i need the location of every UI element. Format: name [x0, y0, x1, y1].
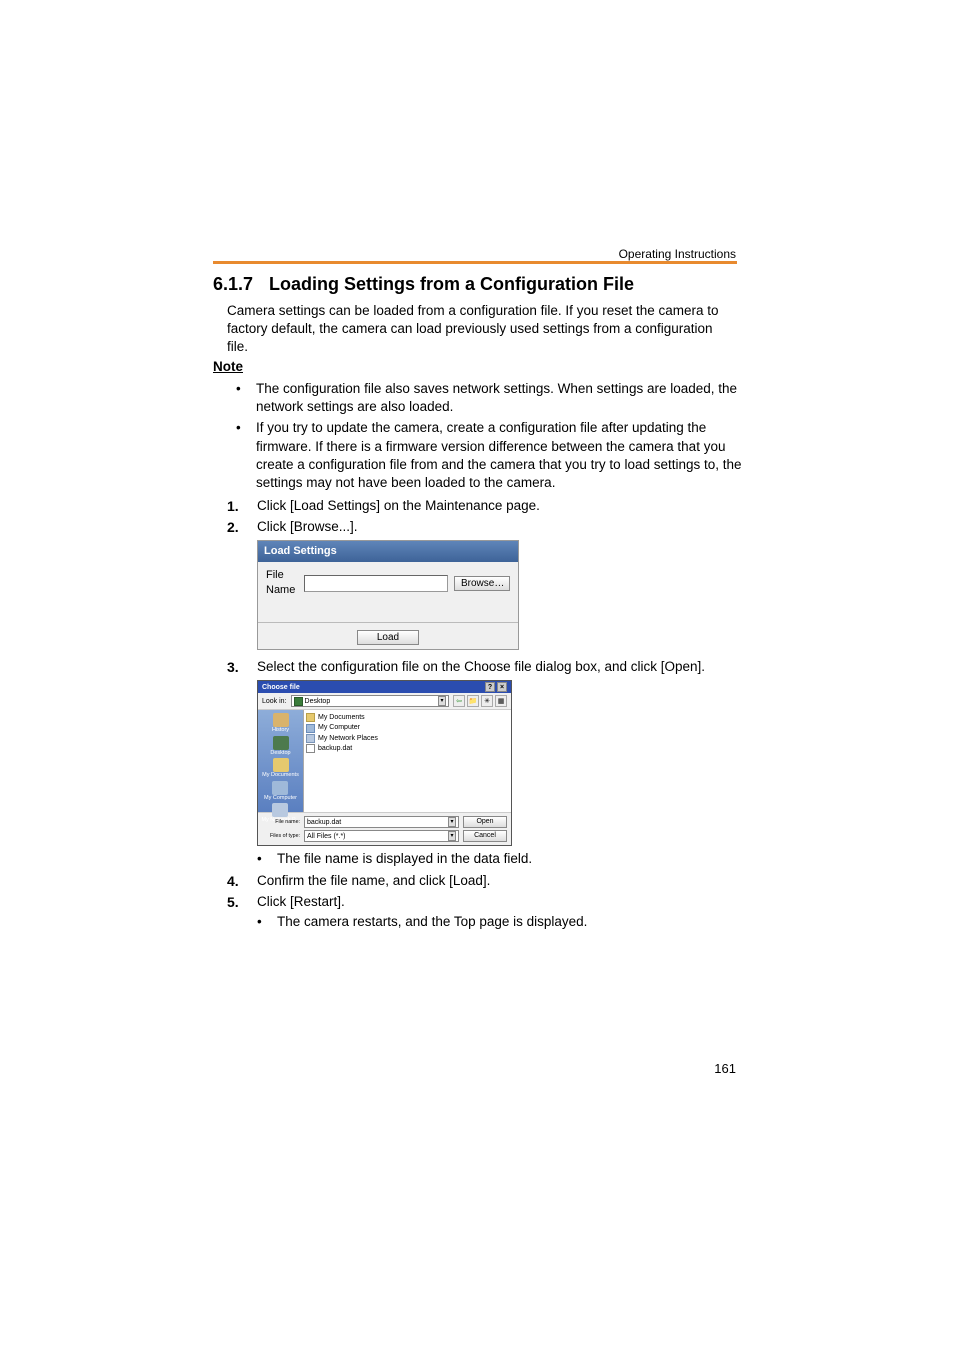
step-number: 2. — [227, 518, 239, 537]
dropdown-arrow-icon: ▾ — [438, 696, 446, 706]
divider — [213, 261, 737, 264]
file-icon — [306, 744, 315, 753]
step-text: Click [Restart]. — [257, 893, 763, 911]
cancel-button[interactable]: Cancel — [463, 830, 507, 842]
file-name: My Computer — [318, 723, 360, 732]
desktop-icon — [273, 736, 289, 750]
load-settings-body: File Name Browse… — [258, 562, 518, 622]
look-in-label: Look in: — [262, 697, 287, 706]
choose-file-titlebar: Choose file ? × — [258, 681, 511, 693]
places-sidebar: History Desktop My Documents My Computer — [258, 710, 304, 812]
files-of-type-select[interactable]: All Files (*.*) ▾ — [304, 830, 459, 842]
step-number: 3. — [227, 658, 239, 677]
note-item: If you try to update the camera, create … — [256, 419, 764, 492]
choose-file-toolbar: Look in: Desktop ▾ ⇦ 📁 ✳ ▦ — [258, 693, 511, 710]
header-title: Operating Instructions — [619, 247, 736, 261]
page-number: 161 — [714, 1061, 736, 1076]
open-button[interactable]: Open — [463, 816, 507, 828]
files-of-type-label: Files of type: — [262, 833, 300, 840]
file-name: My Documents — [318, 713, 365, 722]
step-number: 5. — [227, 893, 239, 912]
dropdown-arrow-icon[interactable]: ▾ — [448, 831, 456, 841]
step-text: Confirm the file name, and click [Load]. — [257, 872, 763, 890]
step-5: 5. Click [Restart]. The camera restarts,… — [227, 893, 763, 931]
step-3: 3. Select the configuration file on the … — [227, 658, 763, 868]
network-icon — [306, 734, 315, 743]
file-name-value: backup.dat — [307, 818, 341, 827]
dropdown-arrow-icon[interactable]: ▾ — [448, 817, 456, 827]
file-name-input[interactable] — [304, 575, 448, 592]
step-3-sub: The file name is displayed in the data f… — [257, 850, 763, 868]
sidebar-label: My Documents — [262, 772, 299, 779]
sidebar-item-history[interactable]: History — [272, 713, 289, 734]
step-1: 1. Click [Load Settings] on the Maintena… — [227, 497, 763, 515]
sidebar-label: History — [272, 727, 289, 734]
section-title: Loading Settings from a Configuration Fi… — [269, 274, 634, 295]
file-name-label: File Name — [266, 568, 298, 598]
sidebar-item-my-documents[interactable]: My Documents — [262, 758, 299, 779]
file-item[interactable]: My Computer — [306, 723, 509, 733]
section-number: 6.1.7 — [213, 274, 253, 295]
sidebar-label: Desktop — [270, 750, 290, 757]
step-number: 1. — [227, 497, 239, 516]
file-item[interactable]: backup.dat — [306, 744, 509, 754]
folder-icon — [306, 713, 315, 722]
choose-file-dialog: Choose file ? × Look in: Desktop ▾ ⇦ — [257, 680, 512, 846]
sidebar-item-desktop[interactable]: Desktop — [270, 736, 290, 757]
file-item[interactable]: My Network Places — [306, 733, 509, 743]
step-4: 4. Confirm the file name, and click [Loa… — [227, 872, 763, 890]
file-name: My Network Places — [318, 734, 378, 743]
new-folder-icon[interactable]: ✳ — [481, 695, 493, 707]
sub-bullet-item: The camera restarts, and the Top page is… — [257, 913, 763, 931]
file-item[interactable]: My Documents — [306, 712, 509, 722]
views-icon[interactable]: ▦ — [495, 695, 507, 707]
history-icon — [273, 713, 289, 727]
file-name: backup.dat — [318, 744, 352, 753]
network-icon — [272, 803, 288, 817]
look-in-select[interactable]: Desktop ▾ — [291, 695, 449, 707]
step-2: 2. Click [Browse...]. Load Settings File… — [227, 518, 763, 650]
desktop-icon — [294, 697, 303, 706]
window-controls: ? × — [485, 682, 507, 692]
choose-file-title-text: Choose file — [262, 683, 300, 692]
sidebar-label: My Computer — [264, 795, 297, 802]
file-name-input[interactable]: backup.dat ▾ — [304, 816, 459, 828]
look-in-value: Desktop — [305, 697, 331, 706]
help-icon[interactable]: ? — [485, 682, 495, 692]
steps-list: 1. Click [Load Settings] on the Maintena… — [227, 497, 763, 934]
up-icon[interactable]: 📁 — [467, 695, 479, 707]
step-text: Click [Browse...]. — [257, 518, 763, 536]
load-settings-panel: Load Settings File Name Browse… Load — [257, 540, 519, 650]
section-heading: 6.1.7 Loading Settings from a Configurat… — [213, 274, 634, 295]
computer-icon — [272, 781, 288, 795]
file-list[interactable]: My Documents My Computer My Network Plac… — [304, 710, 511, 812]
toolbar-icons: ⇦ 📁 ✳ ▦ — [453, 695, 507, 707]
files-of-type-value: All Files (*.*) — [307, 832, 346, 841]
intro-paragraph: Camera settings can be loaded from a con… — [227, 302, 737, 357]
computer-icon — [306, 724, 315, 733]
step-text: Select the configuration file on the Cho… — [257, 658, 763, 676]
back-icon[interactable]: ⇦ — [453, 695, 465, 707]
note-list: The configuration file also saves networ… — [256, 380, 764, 495]
sidebar-item-my-computer[interactable]: My Computer — [264, 781, 297, 802]
choose-file-main: History Desktop My Documents My Computer — [258, 710, 511, 812]
step-text: Click [Load Settings] on the Maintenance… — [257, 497, 763, 515]
load-settings-title: Load Settings — [258, 541, 518, 562]
close-icon[interactable]: × — [497, 682, 507, 692]
load-button[interactable]: Load — [357, 630, 419, 645]
load-settings-footer: Load — [258, 622, 518, 649]
browse-button[interactable]: Browse… — [454, 576, 510, 591]
file-name-label: File name: — [262, 819, 300, 826]
sub-bullet-item: The file name is displayed in the data f… — [257, 850, 763, 868]
note-heading: Note — [213, 359, 243, 374]
step-number: 4. — [227, 872, 239, 891]
step-5-sub: The camera restarts, and the Top page is… — [257, 913, 763, 931]
note-item: The configuration file also saves networ… — [256, 380, 764, 416]
folder-icon — [273, 758, 289, 772]
